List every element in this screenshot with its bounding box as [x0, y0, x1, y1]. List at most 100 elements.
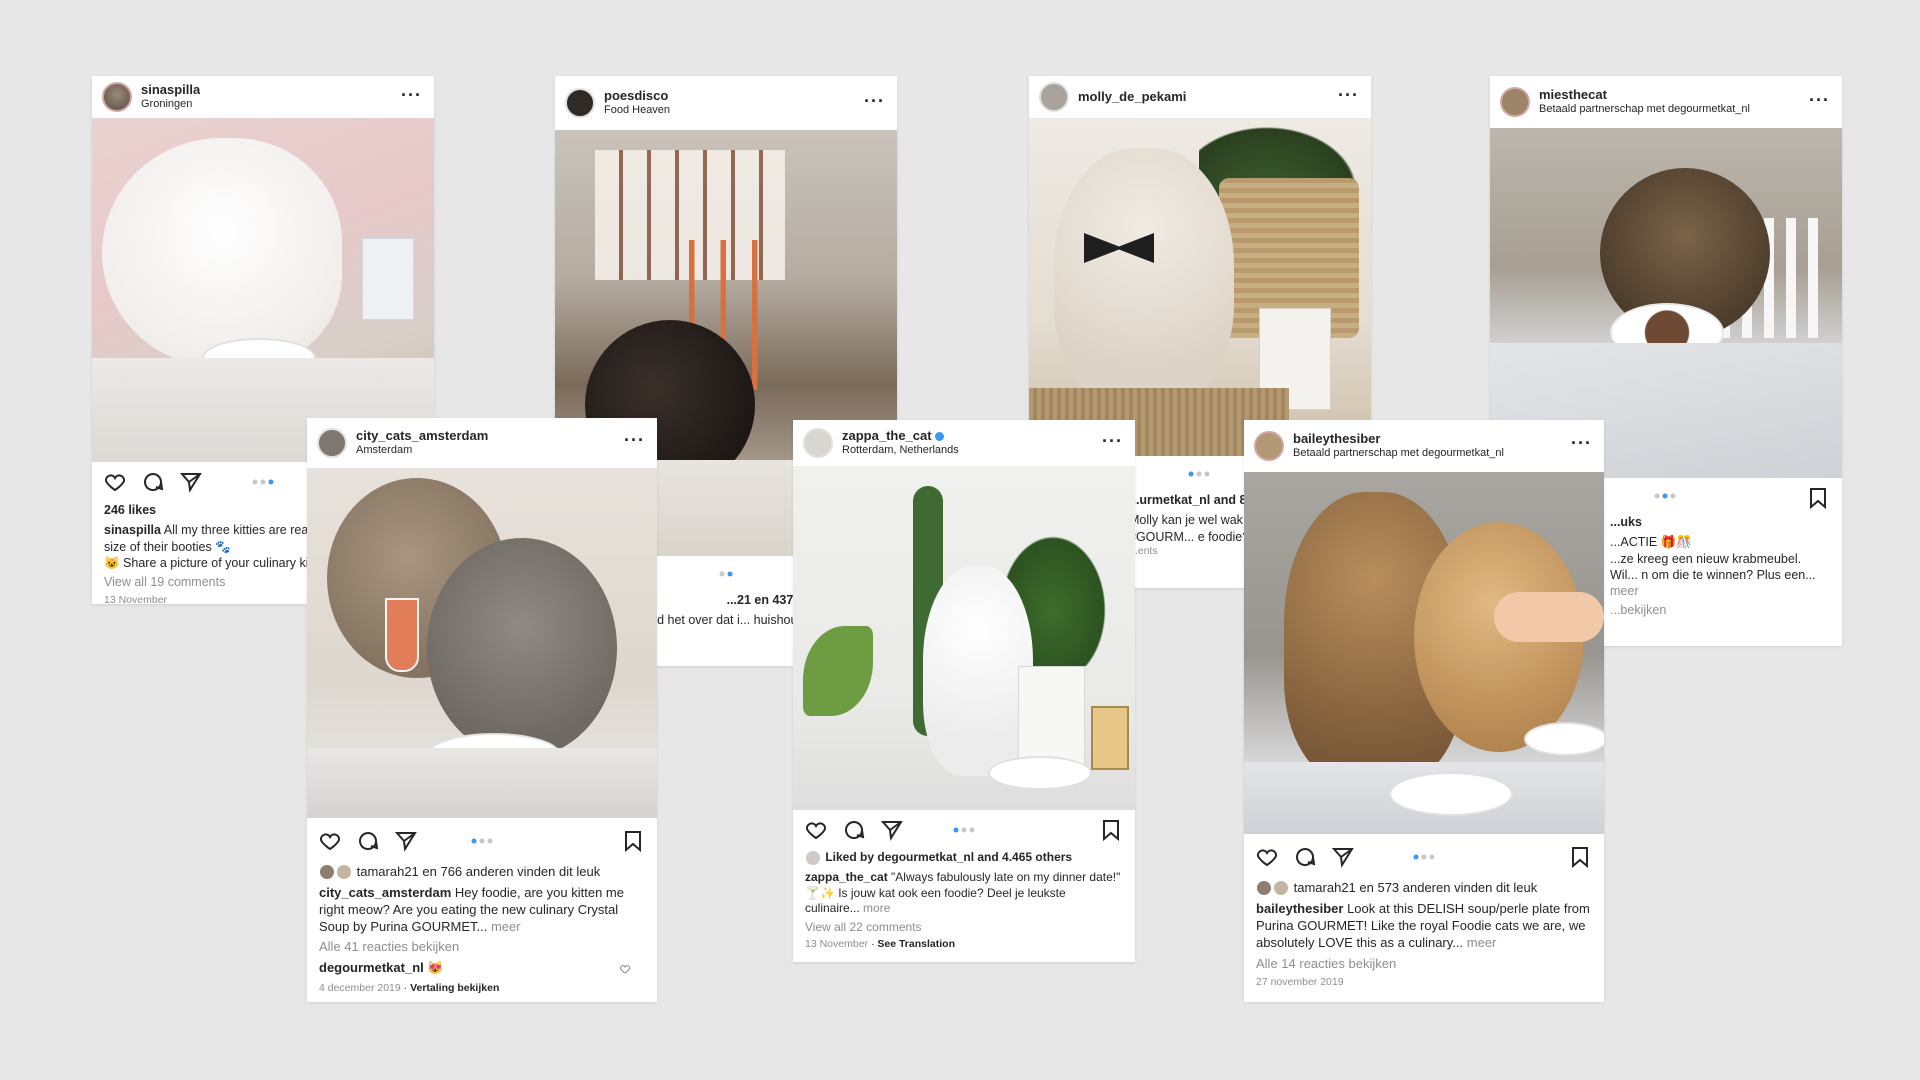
avatar[interactable]: [317, 428, 347, 458]
avatar[interactable]: [1254, 431, 1284, 461]
post-header: poesdisco Food Heaven ···: [555, 76, 897, 130]
comment-icon[interactable]: [1292, 844, 1318, 870]
translate-link[interactable]: Vertaling bekijken: [410, 982, 499, 994]
placemat: [307, 748, 657, 818]
glass-shape: [385, 598, 419, 672]
post-photo[interactable]: [1029, 118, 1371, 456]
more-icon[interactable]: ···: [1571, 433, 1592, 454]
comment-username[interactable]: degourmetkat_nl: [319, 960, 424, 975]
carousel-dots: [1413, 854, 1435, 860]
likes-count[interactable]: tamarah21 en 573 anderen vinden dit leuk: [1294, 880, 1538, 897]
avatar[interactable]: [1039, 82, 1069, 112]
pot-shape: [1018, 666, 1085, 768]
post-date: 27 november 2019: [1256, 976, 1344, 989]
heart-icon[interactable]: [317, 828, 343, 854]
bowl-shape: [1389, 772, 1513, 816]
carousel-dots: [471, 838, 493, 844]
more-icon[interactable]: ···: [864, 91, 885, 112]
more-icon[interactable]: ···: [624, 430, 645, 451]
partnership-label[interactable]: Betaald partnerschap met degourmetkat_nl: [1539, 103, 1750, 116]
carousel-dots: [1654, 493, 1676, 499]
location[interactable]: Rotterdam, Netherlands: [842, 444, 959, 457]
more-icon[interactable]: ···: [1809, 90, 1830, 111]
partnership-label[interactable]: Betaald partnerschap met degourmetkat_nl: [1293, 447, 1504, 460]
more-link[interactable]: meer: [1467, 935, 1497, 950]
leaf-shape: [803, 626, 873, 716]
post-photo[interactable]: [1244, 472, 1604, 834]
share-icon[interactable]: [879, 817, 905, 843]
likes-line: tamarah21 en 766 anderen vinden dit leuk: [319, 864, 645, 881]
post-footer: 4 december 2019 · Vertaling bekijken: [319, 982, 500, 995]
view-comments-link[interactable]: ...bekijken: [1610, 602, 1830, 618]
avatar: [805, 850, 821, 866]
likes-count[interactable]: tamarah21 en 766 anderen vinden dit leuk: [357, 864, 601, 881]
bookmark-icon[interactable]: [1806, 486, 1830, 510]
likes-count: ...uks: [1610, 515, 1642, 529]
username[interactable]: poesdisco: [604, 89, 670, 104]
caption-username[interactable]: baileythesiber: [1256, 901, 1343, 916]
username[interactable]: city_cats_amsterdam: [356, 429, 488, 444]
likes-line: tamarah21 en 573 anderen vinden dit leuk: [1256, 880, 1592, 897]
caption-username[interactable]: sinaspilla: [104, 523, 161, 537]
verified-icon: [934, 432, 944, 442]
username[interactable]: miesthecat: [1539, 88, 1750, 103]
more-link[interactable]: more: [863, 901, 890, 915]
post-header: molly_de_pekami ···: [1029, 76, 1371, 118]
username[interactable]: zappa_the_cat: [842, 429, 959, 444]
share-icon[interactable]: [393, 828, 419, 854]
comment-icon[interactable]: [355, 828, 381, 854]
action-bar: [793, 810, 1135, 850]
avatar[interactable]: [1500, 87, 1530, 117]
username[interactable]: baileythesiber: [1293, 432, 1504, 447]
location[interactable]: Food Heaven: [604, 104, 670, 117]
avatar[interactable]: [565, 88, 595, 118]
more-icon[interactable]: ···: [1102, 431, 1123, 452]
post-card-bailey: baileythesiber Betaald partnerschap met …: [1244, 420, 1604, 1002]
caption: ...ACTIE 🎁🎊: [1610, 535, 1692, 550]
cat-shape: [102, 138, 342, 368]
avatar[interactable]: [102, 82, 132, 112]
bookmark-icon[interactable]: [1568, 845, 1592, 869]
view-comments-link[interactable]: View all 22 comments: [805, 920, 1123, 936]
username[interactable]: molly_de_pekami: [1078, 90, 1186, 105]
heart-icon[interactable]: [803, 817, 829, 843]
more-link[interactable]: meer: [491, 919, 521, 934]
post-photo[interactable]: [92, 118, 434, 462]
view-comments-link[interactable]: Alle 41 reacties bekijken: [319, 939, 645, 956]
more-link[interactable]: meer: [1610, 584, 1638, 598]
likes-line: Liked by degourmetkat_nl and 4.465 other…: [805, 850, 1123, 866]
caption: zappa_the_cat "Always fabulously late on…: [805, 870, 1121, 916]
caption-username[interactable]: city_cats_amsterdam: [319, 885, 451, 900]
avatar: [336, 864, 352, 881]
comment-icon[interactable]: [140, 469, 166, 495]
heart-icon[interactable]: [1254, 844, 1280, 870]
bowl-shape: [1524, 722, 1604, 756]
post-header: baileythesiber Betaald partnerschap met …: [1244, 420, 1604, 472]
hand-shape: [1494, 592, 1604, 642]
more-icon[interactable]: ···: [1338, 85, 1359, 106]
share-icon[interactable]: [178, 469, 204, 495]
location[interactable]: Groningen: [141, 98, 200, 111]
heart-icon[interactable]: [619, 963, 631, 975]
avatar[interactable]: [803, 428, 833, 458]
post-photo[interactable]: [307, 468, 657, 818]
post-photo[interactable]: [793, 466, 1135, 810]
location[interactable]: Amsterdam: [356, 444, 488, 457]
view-comments-link[interactable]: Alle 14 reacties bekijken: [1256, 956, 1592, 973]
more-icon[interactable]: ···: [401, 85, 422, 106]
share-icon[interactable]: [1330, 844, 1356, 870]
avatar: [1273, 880, 1289, 897]
comment-icon[interactable]: [841, 817, 867, 843]
bookmark-icon[interactable]: [1099, 818, 1123, 842]
caption-username[interactable]: zappa_the_cat: [805, 870, 888, 884]
heart-icon[interactable]: [102, 469, 128, 495]
post-header: city_cats_amsterdam Amsterdam ···: [307, 418, 657, 468]
bookmark-icon[interactable]: [621, 829, 645, 853]
username[interactable]: sinaspilla: [141, 83, 200, 98]
post-date: 4 december 2019: [319, 982, 401, 995]
translate-link[interactable]: See Translation: [877, 938, 955, 950]
cat-shape: [923, 566, 1033, 776]
likes-count[interactable]: Liked by degourmetkat_nl and 4.465 other…: [825, 850, 1072, 866]
post-header: zappa_the_cat Rotterdam, Netherlands ···: [793, 420, 1135, 466]
post-header: miesthecat Betaald partnerschap met dego…: [1490, 76, 1842, 128]
